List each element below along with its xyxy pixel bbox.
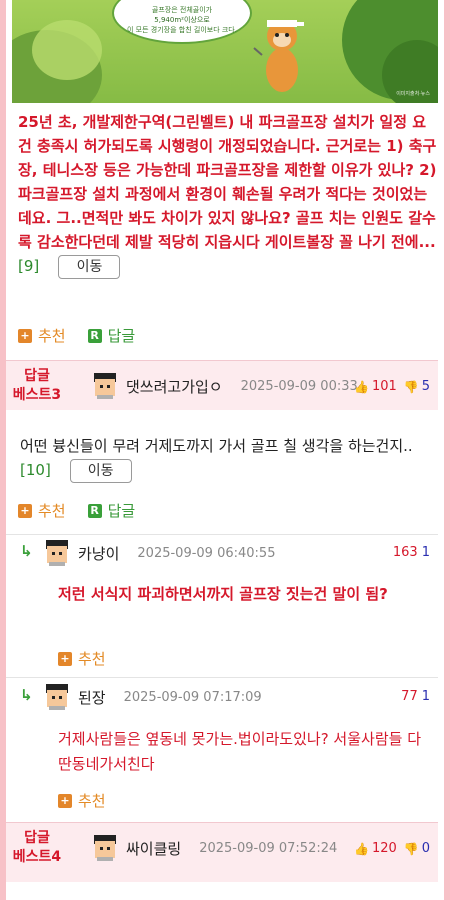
recommend-label: 추천 (78, 650, 106, 668)
downvote-count: 0 (421, 841, 430, 856)
recommend-button[interactable]: + 추천 (18, 500, 66, 521)
move-button[interactable]: 이동 (69, 458, 132, 483)
timestamp: 2025-09-09 00:33 (240, 378, 358, 394)
reply-actions: + 추천 (58, 648, 106, 669)
nickname[interactable]: 싸이클링 (126, 838, 181, 859)
reply-label: 답글 (107, 502, 136, 520)
downvote-count: 5 (421, 379, 430, 394)
post-body: 25년 초, 개발제한구역(그린벨트) 내 파크골프장 설치가 일정 요건 충족… (18, 110, 438, 279)
bubble-text: 5,940m²이상으로 (154, 16, 210, 24)
reply-arrow-icon: ↳ (20, 542, 33, 560)
comment-text: 어떤 븅신들이 무려 거제도까지 가서 골프 칠 생각을 하는건지.. (20, 437, 413, 455)
recommend-button[interactable]: + 추천 (18, 325, 66, 346)
avatar-icon (44, 540, 70, 566)
comment-count[interactable]: [9] (18, 257, 39, 275)
comment-count[interactable]: [10] (20, 461, 51, 479)
recommend-label: 추천 (38, 502, 66, 520)
post-actions: + 추천 R 답글 (18, 325, 135, 346)
downvote-count: 1 (421, 545, 430, 560)
reply-vote-counts: 77 1 (401, 689, 430, 704)
plus-icon: + (18, 503, 32, 518)
upvote-count: 163 (392, 545, 418, 560)
nickname[interactable]: 카냥이 (78, 543, 119, 564)
reply-author: 카냥이 2025-09-09 06:40:55 (44, 540, 275, 566)
thumb-down-icon[interactable]: 👎 (404, 380, 419, 394)
reply-text: 거제사람들은 옆동네 못가는.법이라도있나? 서울사람들 다 딴동네가서친다 (58, 730, 422, 773)
reply-text: 저런 서식지 파괴하면서까지 골프장 짓는건 말이 됨? (58, 585, 388, 603)
recommend-label: 추천 (38, 327, 66, 345)
reply-r-icon: R (87, 503, 102, 518)
page: 골프장은 전체골이가 5,940m²이상으로 이 모든 경기장을 합친 길이보다… (6, 0, 444, 900)
reply-vote-counts: 163 1 (393, 545, 430, 560)
thumb-up-icon[interactable]: 👍 (354, 842, 369, 856)
reply-arrow-icon: ↳ (20, 686, 33, 704)
best-comment-header: 답글 베스트3 댓쓰려고가입ㅇ 2025-09-09 00:33 👍 101 👎… (6, 360, 438, 410)
thumb-down-icon[interactable]: 👎 (404, 842, 419, 856)
comment-author: 싸이클링 2025-09-09 07:52:24 (92, 835, 337, 861)
article-image: 골프장은 전체골이가 5,940m²이상으로 이 모든 경기장을 합친 길이보다… (12, 0, 438, 103)
recommend-button[interactable]: + 추천 (58, 648, 106, 669)
timestamp: 2025-09-09 07:17:09 (123, 689, 262, 705)
comment-actions: + 추천 R 답글 (18, 500, 135, 521)
upvote-count: 120 (371, 841, 397, 856)
avatar-icon (44, 684, 70, 710)
best-badge: 답글 베스트3 (12, 368, 62, 403)
vote-counts: 👍 120 👎 0 (354, 841, 430, 856)
best-badge: 답글 베스트4 (12, 830, 62, 865)
image-credit: 이미지출처·뉴스 (396, 91, 430, 97)
downvote-count: 1 (421, 689, 430, 704)
timestamp: 2025-09-09 06:40:55 (137, 545, 276, 561)
bubble-text: 골프장은 전체골이가 (151, 6, 213, 14)
post-text: 25년 초, 개발제한구역(그린벨트) 내 파크골프장 설치가 일정 요건 충족… (18, 113, 437, 251)
recommend-button[interactable]: + 추천 (58, 790, 106, 811)
move-button[interactable]: 이동 (58, 254, 121, 279)
plus-icon: + (58, 651, 72, 666)
nickname[interactable]: 댓쓰려고가입ㅇ (126, 376, 223, 397)
vote-counts: 👍 101 👎 5 (354, 379, 430, 394)
upvote-count: 77 (401, 689, 418, 704)
upvote-count: 101 (371, 379, 397, 394)
comment-body: 어떤 븅신들이 무려 거제도까지 가서 골프 칠 생각을 하는건지.. [10]… (20, 434, 440, 483)
avatar-icon (92, 373, 118, 399)
reply-author: 된장 2025-09-09 07:17:09 (44, 684, 262, 710)
best-comment-header: 답글 베스트4 싸이클링 2025-09-09 07:52:24 👍 120 👎… (6, 822, 438, 882)
reply-button[interactable]: R 답글 (87, 500, 136, 521)
reply-r-icon: R (87, 328, 102, 343)
plus-icon: + (18, 328, 32, 343)
recommend-label: 추천 (78, 792, 106, 810)
thumb-up-icon[interactable]: 👍 (354, 380, 369, 394)
reply-button[interactable]: R 답글 (87, 325, 136, 346)
timestamp: 2025-09-09 07:52:24 (199, 840, 338, 856)
reply-label: 답글 (107, 327, 136, 345)
divider (6, 534, 438, 535)
avatar-icon (92, 835, 118, 861)
golfer-mascot-icon (253, 20, 304, 92)
bubble-text: 이 모든 경기장을 합친 길이보다 크다. (127, 26, 237, 34)
nickname[interactable]: 된장 (78, 687, 106, 708)
plus-icon: + (58, 793, 72, 808)
reply-actions: + 추천 (58, 790, 106, 811)
divider (6, 677, 438, 678)
comment-author: 댓쓰려고가입ㅇ 2025-09-09 00:33 (92, 373, 358, 399)
